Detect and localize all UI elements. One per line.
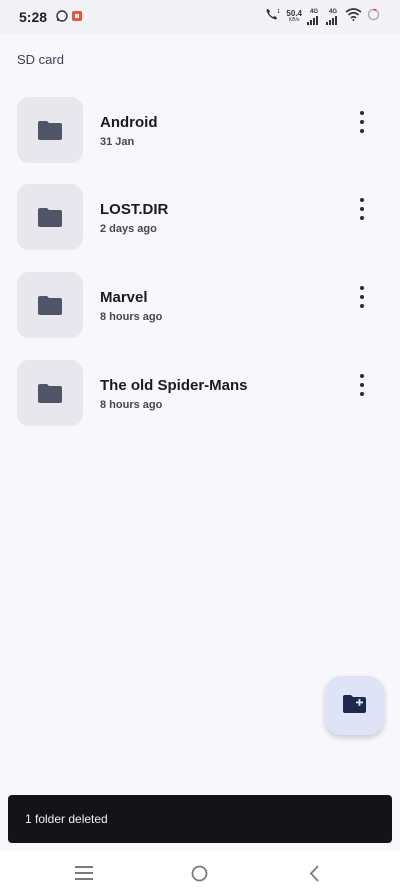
sim2-signal: 4G: [326, 9, 340, 25]
folder-icon: [38, 296, 62, 315]
folder-item-lost-dir[interactable]: LOST.DIR 2 days ago: [17, 184, 387, 251]
more-options-icon[interactable]: [352, 374, 372, 396]
back-icon[interactable]: [309, 865, 320, 887]
svg-text:1: 1: [277, 9, 280, 15]
signal-icon: [307, 15, 318, 25]
recents-icon[interactable]: [75, 866, 93, 885]
folder-name: LOST.DIR: [100, 201, 169, 218]
breadcrumb[interactable]: SD card: [17, 52, 64, 67]
folder-icon: [38, 384, 62, 403]
whatsapp-icon: [56, 9, 68, 27]
home-icon[interactable]: [191, 865, 208, 887]
network-speed: 50.4 KB/s: [286, 10, 302, 23]
network-speed-unit: KB/s: [288, 17, 300, 23]
wifi-calling-icon: 1: [265, 7, 281, 26]
folder-item-marvel[interactable]: Marvel 8 hours ago: [17, 272, 387, 339]
more-options-icon[interactable]: [352, 198, 372, 220]
create-folder-button[interactable]: [325, 676, 384, 735]
app-notification-icon: [71, 9, 83, 27]
notification-icons: [56, 9, 83, 27]
folder-icon: [38, 121, 62, 140]
status-right: 1 50.4 KB/s 4G 4G: [265, 7, 380, 26]
folder-name: The old Spider-Mans: [100, 377, 248, 394]
sim1-signal: 4G: [307, 9, 321, 25]
folder-item-android[interactable]: Android 31 Jan: [17, 97, 387, 164]
folder-thumbnail: [17, 360, 83, 426]
signal-icon: [326, 15, 337, 25]
status-time: 5:28: [19, 9, 48, 25]
system-navigation-bar: [0, 851, 400, 895]
battery-icon: [367, 8, 380, 26]
folder-item-the-old-spider-mans[interactable]: The old Spider-Mans 8 hours ago: [17, 360, 387, 427]
folder-name: Marvel: [100, 289, 148, 306]
folder-date: 8 hours ago: [100, 399, 163, 411]
folder-thumbnail: [17, 184, 83, 250]
folder-date: 2 days ago: [100, 223, 157, 235]
folder-date: 31 Jan: [100, 136, 135, 148]
create-new-folder-icon: [343, 695, 366, 713]
more-options-icon[interactable]: [352, 111, 372, 133]
folder-thumbnail: [17, 97, 83, 163]
wifi-icon: [345, 7, 362, 26]
more-options-icon[interactable]: [352, 286, 372, 308]
status-bar: 5:28 1 50.4 KB/s 4G 4G: [0, 0, 400, 34]
folder-icon: [38, 208, 62, 227]
folder-name: Android: [100, 114, 158, 131]
sim1-type: 4G: [309, 8, 318, 15]
folder-thumbnail: [17, 272, 83, 338]
snackbar-message: 1 folder deleted: [25, 812, 108, 826]
folder-date: 8 hours ago: [100, 311, 163, 323]
snackbar: 1 folder deleted: [8, 795, 392, 843]
sim2-type: 4G: [328, 8, 337, 15]
